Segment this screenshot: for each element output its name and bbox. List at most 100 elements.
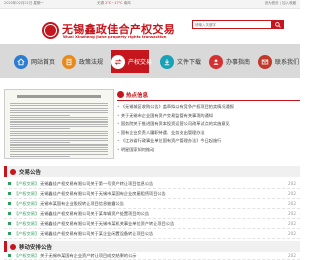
transaction-category: 【产权交易】	[14, 230, 40, 236]
nav-label: 网站首页	[31, 59, 56, 66]
document-text-line	[10, 126, 108, 128]
bullet-icon	[8, 202, 11, 205]
transaction-date: 202	[288, 201, 296, 206]
home-icon	[14, 54, 28, 69]
trade-icon	[111, 54, 125, 69]
top-info-bar: 2020年02月21日 星期一 无锡 2℃~17℃ 南风 设为首页 | 加入收藏	[0, 0, 300, 9]
transaction-category: 【产权交易】	[14, 190, 40, 196]
list-icon	[10, 243, 16, 250]
notice-title: 热点信息	[126, 92, 149, 99]
transaction-category: 【产权交易】	[14, 210, 40, 216]
result-category: 【产权交易】	[14, 252, 40, 258]
nav-label: 产权交易	[128, 59, 153, 66]
transaction-row[interactable]: 【产权交易】 无锡鑫佳产权交易有限公司关于第一号资产转让项目信息公告 202	[4, 179, 300, 189]
document-text-line	[10, 149, 108, 151]
current-date: 2020年02月21日 星期一	[4, 1, 44, 5]
transaction-title[interactable]: 无锡鑫佳产权交易有限公司关于第一号资产转让项目信息公告	[40, 181, 284, 187]
results-title: 移动安排公告	[19, 244, 53, 251]
document-text-line	[10, 155, 70, 158]
weather-temp: 2℃~17℃	[105, 1, 123, 5]
document-text-line	[10, 105, 108, 107]
notice-item[interactable]: 国有企业负责人履职待遇、业务支出管理办法	[117, 129, 300, 138]
notice-item[interactable]: 《无锡城区收购公告》盖章拟以有竞争产权项目拍卖情况通报	[117, 103, 300, 112]
bullet-icon	[8, 222, 11, 225]
document-text-line	[10, 142, 70, 144]
transaction-row[interactable]: 【产权交易】 无锡市某国有企业股权转让项目信息披露公告 202	[4, 199, 300, 209]
transaction-row[interactable]: 【产权交易】 无锡鑫佳产权交易有限公司关于无锡市某机关事业单位资产转让项目公告 …	[4, 219, 300, 229]
nav-item-contact[interactable]: 联系我们	[258, 50, 299, 73]
download-icon	[160, 54, 174, 69]
weather-wind: 南风	[123, 1, 131, 5]
document-text-line	[10, 103, 108, 105]
transaction-date: 202	[288, 221, 296, 226]
nav-item-guide[interactable]: 办事指南	[209, 50, 251, 73]
nav-label: 政策法规	[79, 59, 104, 66]
notice-divider	[117, 100, 300, 101]
notice-item[interactable]: 关于无锡市企业国有资产交易监管有关事项的通知	[117, 112, 300, 121]
notice-item[interactable]: 国务院关于推进国有资本投资运营公司改革试点的实施意见	[117, 120, 300, 129]
document-text-line	[10, 130, 108, 132]
bullet-icon	[8, 212, 11, 215]
nav-label: 办事指南	[226, 59, 251, 66]
result-title[interactable]: 关于无锡市某国有企业资产转让项目成交结果的公示	[40, 253, 284, 259]
transaction-title[interactable]: 无锡鑫佳产权交易有限公司关于无锡市某国有企业房屋租赁项目公告	[40, 191, 284, 197]
transaction-date: 202	[288, 191, 296, 196]
main-nav: 网站首页 政策法规 产权交易 文件下载 办事指南 联系我们	[0, 44, 300, 78]
weather-city: 无锡	[97, 1, 104, 5]
nav-item-trade[interactable]: 产权交易	[111, 50, 153, 73]
transaction-title[interactable]: 无锡鑫佳产权交易有限公司关于某企业闲置设备转让项目公告	[40, 231, 284, 237]
transaction-date: 202	[288, 231, 296, 236]
transaction-row[interactable]: 【产权交易】 无锡鑫佳产权交易有限公司关于某企业闲置设备转让项目公告 202	[4, 229, 300, 239]
document-text-line	[10, 121, 108, 123]
search-input[interactable]	[192, 20, 272, 29]
notice-icon	[117, 91, 124, 98]
transactions-title: 交易公告	[19, 169, 42, 176]
notice-item[interactable]: 《江苏省行政事业单位国有资产管理办法》今日起施行	[117, 137, 300, 146]
nav-item-policy[interactable]: 政策法规	[62, 50, 104, 73]
transaction-row[interactable]: 【产权交易】 无锡鑫佳产权交易有限公司关于某车辆资产处置项目的公告 202	[4, 209, 300, 219]
document-text-line	[10, 116, 108, 118]
contact-icon	[258, 54, 272, 69]
site-logo-subtitle: Wuxi Xinzheng Jiahe property rights tran…	[63, 34, 167, 39]
transaction-row[interactable]: 【产权交易】 无锡鑫佳产权交易有限公司关于无锡市某国有企业房屋租赁项目公告 20…	[4, 189, 300, 199]
results-header: 移动安排公告	[4, 241, 300, 252]
notice-list: 《无锡城区收购公告》盖章拟以有竞争产权项目拍卖情况通报 关于无锡市企业国有资产交…	[117, 103, 300, 154]
nav-item-download[interactable]: 文件下载	[160, 50, 202, 73]
document-text-line	[10, 114, 70, 116]
site-logo-icon[interactable]	[42, 22, 59, 39]
news-document-image[interactable]	[4, 89, 114, 159]
document-text-line	[10, 107, 108, 109]
list-icon	[10, 168, 16, 175]
bullet-icon	[8, 232, 11, 235]
notice-item[interactable]: 明星国家如何推动	[117, 146, 300, 155]
nav-item-home[interactable]: 网站首页	[14, 50, 56, 73]
bullet-icon	[8, 182, 11, 185]
policy-icon	[62, 54, 76, 69]
transaction-title[interactable]: 无锡鑫佳产权交易有限公司关于某车辆资产处置项目的公告	[40, 211, 284, 217]
document-text-line	[10, 153, 108, 155]
nav-label: 文件下载	[177, 59, 202, 66]
transactions-header: 交易公告	[4, 166, 300, 177]
top-links[interactable]: 设为首页 | 加入收藏	[265, 1, 296, 6]
weather-info: 无锡 2℃~17℃ 南风	[97, 1, 131, 6]
document-text-line	[10, 144, 108, 146]
guide-icon	[209, 54, 223, 69]
document-text-line	[10, 123, 108, 125]
document-text-line	[10, 146, 108, 148]
transaction-title[interactable]: 无锡市某国有企业股权转让项目信息披露公告	[40, 201, 284, 207]
result-date: 202	[288, 253, 296, 258]
document-title-bar	[17, 95, 101, 98]
transaction-category: 【产权交易】	[14, 180, 40, 186]
transaction-date: 202	[288, 211, 296, 216]
transaction-date: 202	[288, 181, 296, 186]
transaction-category: 【产权交易】	[14, 220, 40, 226]
document-text-line	[10, 119, 108, 121]
document-text-line	[10, 135, 108, 137]
search-button[interactable]	[272, 20, 284, 29]
document-text-line	[10, 137, 108, 139]
result-row[interactable]: 【产权交易】 关于无锡市某国有企业资产转让项目成交结果的公示 202	[4, 252, 300, 260]
bullet-icon	[8, 254, 11, 257]
transaction-title[interactable]: 无锡鑫佳产权交易有限公司关于无锡市某机关事业单位资产转让项目公告	[40, 221, 284, 227]
document-text-line	[10, 109, 108, 112]
bullet-icon	[8, 192, 11, 195]
